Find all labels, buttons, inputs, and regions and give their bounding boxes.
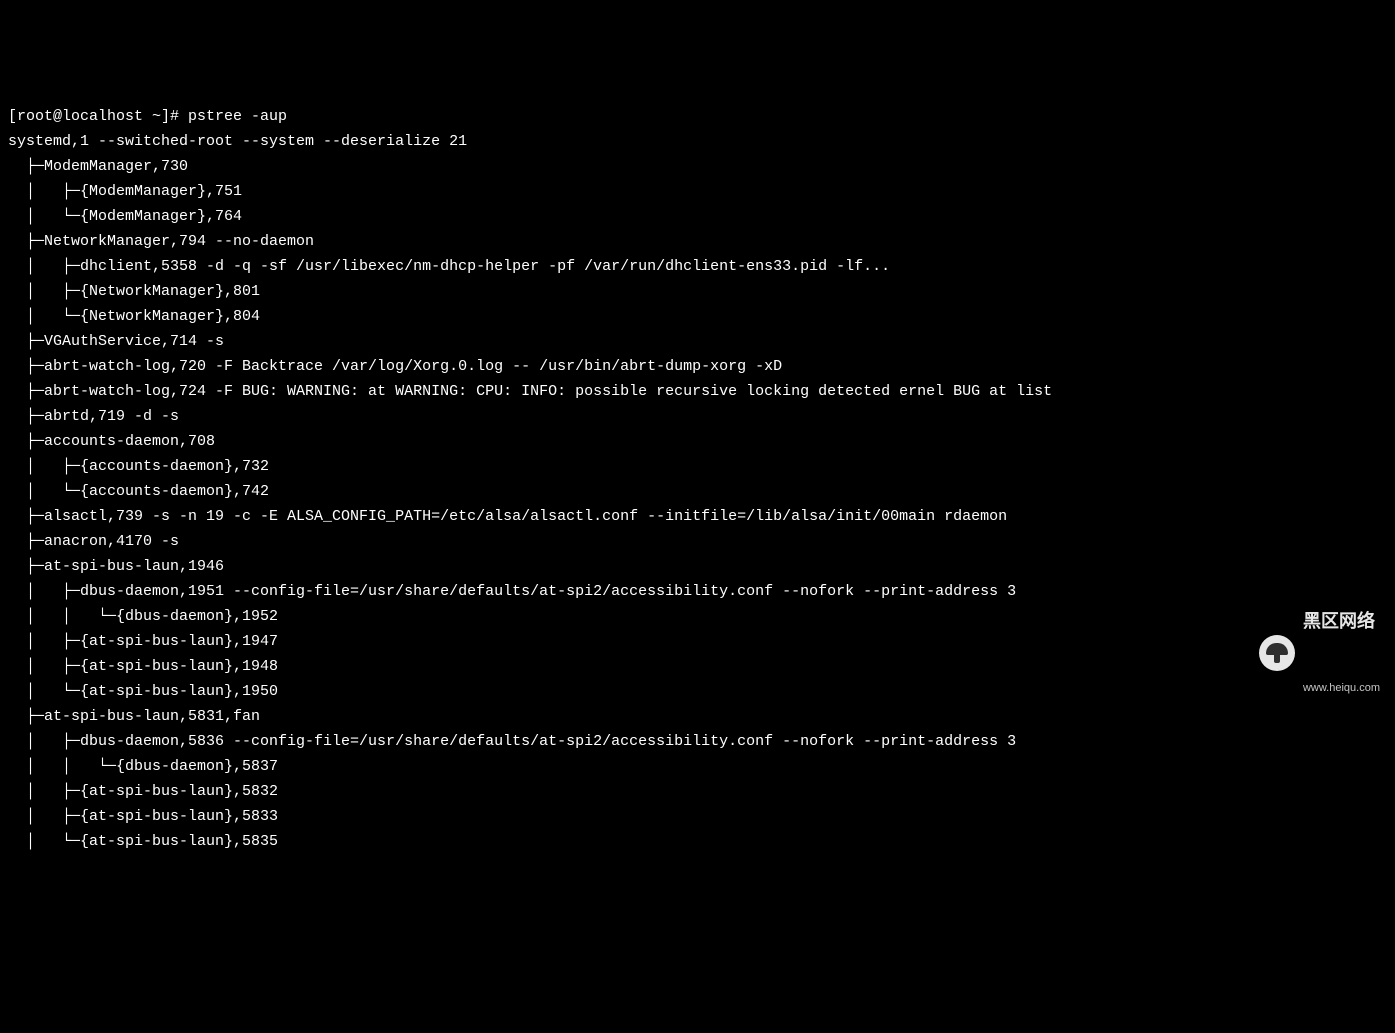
output-line: ├─ModemManager,730	[8, 158, 188, 175]
output-line: ├─abrtd,719 -d -s	[8, 408, 179, 425]
output-line: │ │ └─{dbus-daemon},1952	[8, 608, 278, 625]
output-line: │ ├─{accounts-daemon},732	[8, 458, 269, 475]
terminal-output[interactable]: [root@localhost ~]# pstree -aup systemd,…	[0, 100, 1395, 858]
output-line: │ ├─dhclient,5358 -d -q -sf /usr/libexec…	[8, 258, 890, 275]
output-line: ├─anacron,4170 -s	[8, 533, 179, 550]
output-line: ├─NetworkManager,794 --no-daemon	[8, 233, 314, 250]
output-line: │ └─{accounts-daemon},742	[8, 483, 269, 500]
output-line: │ ├─{at-spi-bus-laun},1947	[8, 633, 278, 650]
output-line: ├─abrt-watch-log,724 -F BUG: WARNING: at…	[8, 383, 1052, 400]
output-line: │ ├─{ModemManager},751	[8, 183, 242, 200]
command-text: pstree -aup	[188, 108, 287, 125]
output-line: ├─alsactl,739 -s -n 19 -c -E ALSA_CONFIG…	[8, 508, 1007, 525]
output-line: │ └─{NetworkManager},804	[8, 308, 260, 325]
output-line: ├─accounts-daemon,708	[8, 433, 215, 450]
watermark-title: 黑区网络	[1303, 611, 1380, 631]
output-line: │ ├─dbus-daemon,5836 --config-file=/usr/…	[8, 733, 1016, 750]
output-line: ├─at-spi-bus-laun,1946	[8, 558, 224, 575]
output-line: │ └─{at-spi-bus-laun},5835	[8, 833, 278, 850]
output-line: ├─at-spi-bus-laun,5831,fan	[8, 708, 260, 725]
output-line: │ ├─{at-spi-bus-laun},1948	[8, 658, 278, 675]
output-line: │ ├─dbus-daemon,1951 --config-file=/usr/…	[8, 583, 1016, 600]
watermark: 黑区网络 www.heiqu.com	[1259, 561, 1380, 745]
watermark-text: 黑区网络 www.heiqu.com	[1303, 561, 1380, 745]
mushroom-icon	[1259, 635, 1295, 671]
shell-prompt: [root@localhost ~]#	[8, 108, 188, 125]
output-line: ├─abrt-watch-log,720 -F Backtrace /var/l…	[8, 358, 782, 375]
output-line: │ ├─{at-spi-bus-laun},5833	[8, 808, 278, 825]
output-line: │ ├─{NetworkManager},801	[8, 283, 260, 300]
output-line: │ └─{at-spi-bus-laun},1950	[8, 683, 278, 700]
output-line: │ └─{ModemManager},764	[8, 208, 242, 225]
output-line: systemd,1 --switched-root --system --des…	[8, 133, 467, 150]
output-line: │ │ └─{dbus-daemon},5837	[8, 758, 278, 775]
watermark-url: www.heiqu.com	[1303, 681, 1380, 695]
output-line: ├─VGAuthService,714 -s	[8, 333, 224, 350]
output-line: │ ├─{at-spi-bus-laun},5832	[8, 783, 278, 800]
